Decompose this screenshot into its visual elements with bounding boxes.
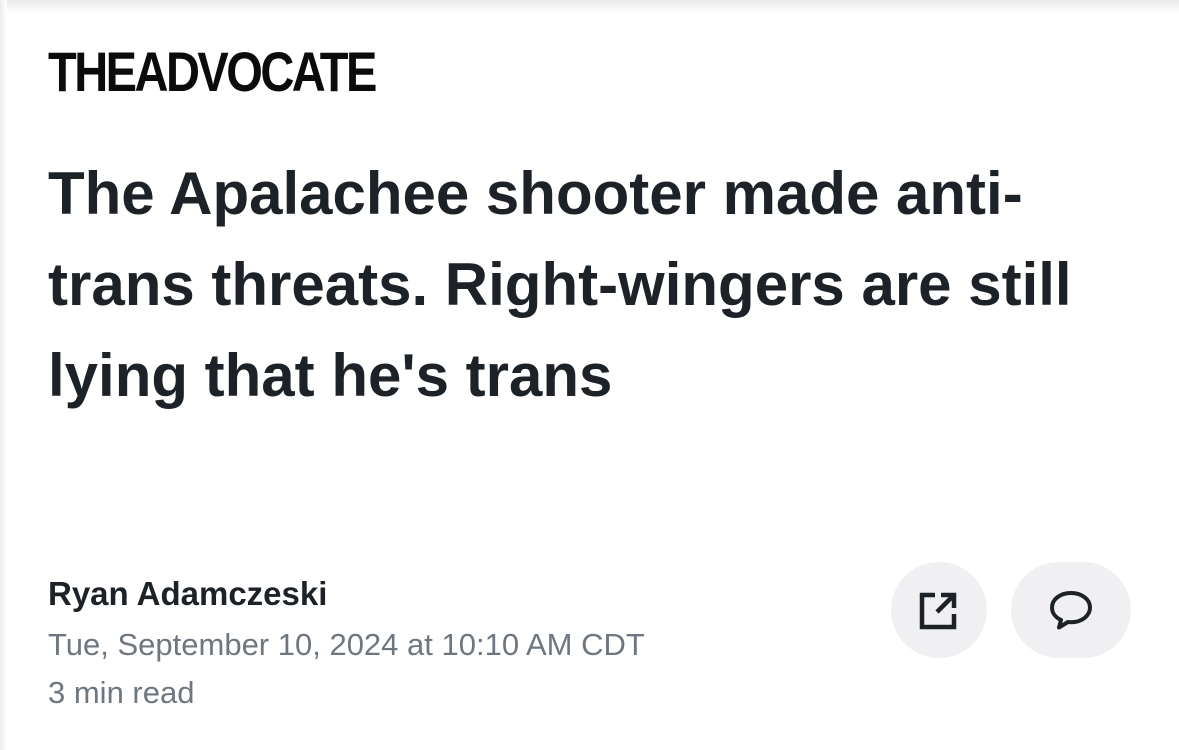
article-headline: The Apalachee shooter made anti-trans th… [48,160,1072,409]
comments-button[interactable] [1011,562,1131,658]
publish-timestamp: Tue, September 10, 2024 at 10:10 AM CDT [48,627,645,662]
share-button[interactable] [891,562,987,658]
publication-logo[interactable]: THEADVOCATE [48,40,377,104]
top-shadow [0,0,1179,14]
speech-bubble-icon [1050,591,1092,630]
author-name[interactable]: Ryan Adamczeski [48,572,327,616]
left-edge-shadow [0,0,7,750]
read-time: 3 min read [48,675,195,710]
external-share-icon [919,592,957,630]
